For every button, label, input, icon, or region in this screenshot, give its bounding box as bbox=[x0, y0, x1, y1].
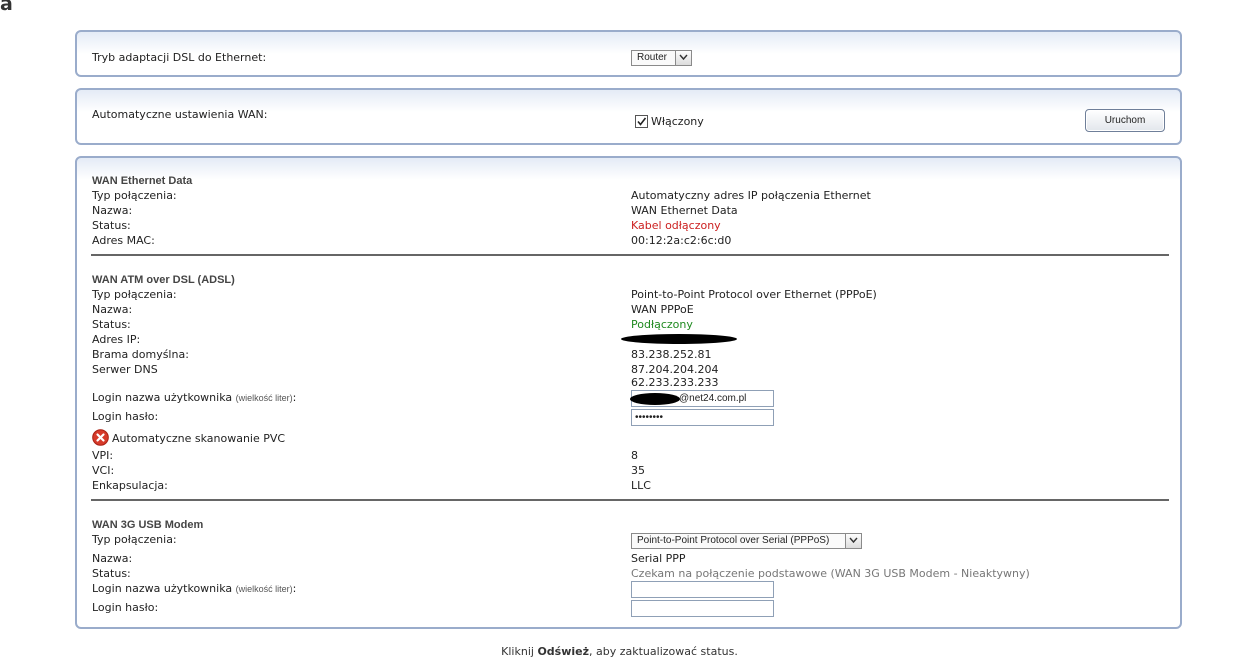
login-user-colon: : bbox=[292, 391, 297, 404]
login-user-input[interactable]: @net24.com.pl bbox=[630, 390, 774, 407]
row-label: Typ połączenia: bbox=[92, 288, 177, 301]
red-x-circle-icon[interactable] bbox=[92, 429, 109, 450]
login-user-input-3g[interactable] bbox=[631, 581, 774, 598]
row-label: Nazwa: bbox=[92, 204, 133, 217]
row-label: Status: bbox=[92, 318, 131, 331]
run-button[interactable]: Uruchom bbox=[1085, 109, 1165, 132]
encap-value: LLC bbox=[631, 479, 651, 492]
row-label: Status: bbox=[92, 219, 131, 232]
login-pass-input[interactable]: •••••••• bbox=[631, 409, 774, 426]
row-value: WAN Ethernet Data bbox=[631, 204, 738, 217]
password-dots: •••••••• bbox=[635, 412, 664, 423]
wan-auto-checkbox[interactable] bbox=[635, 115, 648, 128]
row-label: Adres IP: bbox=[92, 333, 141, 346]
login-user-label-group: Login nazwa użytkownika (wielkość liter)… bbox=[92, 581, 296, 597]
pvc-scan-label: Automatyczne skanowanie PVC bbox=[112, 432, 286, 445]
vci-value: 35 bbox=[631, 464, 645, 477]
encap-label: Enkapsulacja: bbox=[92, 479, 168, 492]
status-label: Status: bbox=[92, 567, 131, 580]
row-label: Serwer DNS bbox=[92, 363, 158, 376]
login-pass-label: Login hasło: bbox=[92, 410, 159, 423]
status-value: Podłączony bbox=[631, 318, 693, 331]
row-value: WAN PPPoE bbox=[631, 303, 694, 316]
login-user-label: Login nazwa użytkownika bbox=[92, 391, 233, 404]
row-value: 62.233.233.233 bbox=[631, 376, 719, 389]
wan-auto-panel: Automatyczne ustawienia WAN: Włączony Ur… bbox=[75, 88, 1182, 145]
dsl-mode-label: Tryb adaptacji DSL do Ethernet: bbox=[92, 51, 267, 64]
login-pass-input-3g[interactable] bbox=[631, 600, 774, 617]
redaction-mark bbox=[621, 334, 737, 344]
footer-suffix: , aby zaktualizować status. bbox=[589, 645, 738, 658]
wan-connections-panel: WAN Ethernet Data Typ połączenia: Automa… bbox=[75, 156, 1182, 629]
redaction-mark bbox=[630, 393, 680, 405]
row-label: Nazwa: bbox=[92, 303, 133, 316]
case-hint: (wielkość liter) bbox=[235, 393, 293, 403]
dsl-mode-select[interactable]: Router bbox=[631, 50, 692, 66]
status-value: Czekam na połączenie podstawowe (WAN 3G … bbox=[631, 567, 1030, 580]
login-user-colon: : bbox=[292, 582, 297, 595]
refresh-hint: Kliknij Odśwież, aby zaktualizować statu… bbox=[0, 645, 1239, 658]
section-divider bbox=[91, 499, 1169, 501]
dsl-mode-panel: Tryb adaptacji DSL do Ethernet: Router bbox=[75, 30, 1182, 77]
wan-3g-title: WAN 3G USB Modem bbox=[92, 519, 204, 531]
row-label: Brama domyślna: bbox=[92, 348, 189, 361]
wan-auto-checkbox-label: Włączony bbox=[651, 115, 704, 128]
row-label: Typ połączenia: bbox=[92, 189, 177, 202]
type-label: Typ połączenia: bbox=[92, 533, 177, 546]
name-label: Nazwa: bbox=[92, 552, 133, 565]
connection-type-select-value: Point-to-Point Protocol over Serial (PPP… bbox=[637, 535, 830, 546]
vpi-label: VPI: bbox=[92, 449, 114, 462]
connection-type-select[interactable]: Point-to-Point Protocol over Serial (PPP… bbox=[631, 533, 862, 549]
wan-ethernet-title: WAN Ethernet Data bbox=[92, 175, 193, 187]
vci-label: VCI: bbox=[92, 464, 115, 477]
wan-atm-title: WAN ATM over DSL (ADSL) bbox=[92, 274, 235, 286]
row-value: Point-to-Point Protocol over Ethernet (P… bbox=[631, 288, 877, 301]
mac-value: 00:12:2a:c2:6c:d0 bbox=[631, 234, 732, 247]
chevron-down-icon bbox=[845, 534, 861, 548]
row-label: Adres MAC: bbox=[92, 234, 155, 247]
section-divider bbox=[91, 254, 1169, 256]
row-value: 83.238.252.81 bbox=[631, 348, 712, 361]
login-user-value: @net24.com.pl bbox=[679, 393, 747, 404]
login-user-label-group: Login nazwa użytkownika (wielkość liter)… bbox=[92, 390, 296, 406]
case-hint: (wielkość liter) bbox=[235, 584, 293, 594]
login-user-label: Login nazwa użytkownika bbox=[92, 582, 233, 595]
login-pass-label: Login hasło: bbox=[92, 601, 159, 614]
name-value: Serial PPP bbox=[631, 552, 686, 565]
checkmark-icon bbox=[637, 117, 647, 126]
footer-prefix: Kliknij bbox=[501, 645, 538, 658]
wan-auto-label: Automatyczne ustawienia WAN: bbox=[92, 108, 268, 121]
dsl-mode-select-value: Router bbox=[637, 52, 668, 63]
refresh-link[interactable]: Odśwież bbox=[537, 645, 589, 658]
vpi-value: 8 bbox=[631, 449, 638, 462]
chevron-down-icon bbox=[675, 51, 691, 65]
row-value: Automatyczny adres IP połączenia Etherne… bbox=[631, 189, 871, 202]
status-value: Kabel odłączony bbox=[631, 219, 721, 232]
page-title: a bbox=[0, 0, 13, 15]
